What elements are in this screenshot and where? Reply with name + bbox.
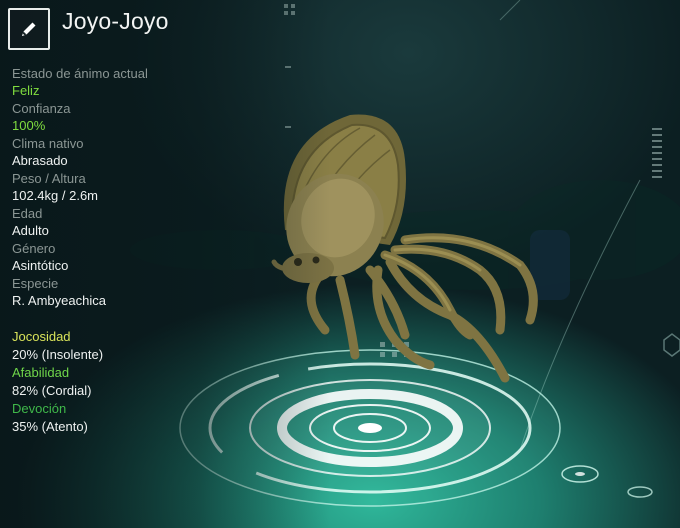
stat-value: 100% (12, 118, 46, 133)
stat-gender: Género Asintótico (12, 241, 312, 275)
stat-label: Confianza (12, 101, 71, 116)
trait-label: Devoción (12, 401, 67, 416)
stat-label: Clima nativo (12, 136, 84, 151)
stat-label: Estado de ánimo actual (12, 66, 148, 81)
stat-age: Edad Adulto (12, 206, 312, 240)
stat-value: Feliz (12, 83, 40, 98)
stat-value: Adulto (12, 223, 49, 238)
stat-label: Peso / Altura (12, 171, 86, 186)
stat-weight-height: Peso / Altura 102.4kg / 2.6m (12, 171, 312, 205)
trait-value: 20% (Insolente) (12, 347, 104, 362)
stat-value: Asintótico (12, 258, 69, 273)
trait-playfulness: Jocosidad 20% (Insolente) (12, 329, 312, 364)
stat-trust: Confianza 100% (12, 101, 312, 135)
trait-label: Jocosidad (12, 329, 71, 344)
creature-name: Joyo-Joyo (62, 7, 169, 34)
pencil-icon (22, 22, 36, 36)
stat-climate: Clima nativo Abrasado (12, 136, 312, 170)
trait-devotion: Devoción 35% (Atento) (12, 401, 312, 436)
edit-name-button[interactable] (8, 8, 50, 50)
stat-value: R. Ambyeachica (12, 293, 106, 308)
stat-label: Especie (12, 276, 59, 291)
creature-header: Joyo-Joyo (8, 8, 169, 50)
trait-friendliness: Afabilidad 82% (Cordial) (12, 365, 312, 400)
stat-label: Género (12, 241, 56, 256)
stat-value: 102.4kg / 2.6m (12, 188, 98, 203)
trait-value: 82% (Cordial) (12, 383, 92, 398)
creature-traits: Jocosidad 20% (Insolente) Afabilidad 82%… (12, 329, 312, 437)
trait-value: 35% (Atento) (12, 419, 88, 434)
stat-species: Especie R. Ambyeachica (12, 276, 312, 310)
creature-stats: Estado de ánimo actual Feliz Confianza 1… (12, 66, 312, 311)
trait-label: Afabilidad (12, 365, 70, 380)
stat-mood: Estado de ánimo actual Feliz (12, 66, 312, 100)
stat-label: Edad (12, 206, 43, 221)
stat-value: Abrasado (12, 153, 68, 168)
